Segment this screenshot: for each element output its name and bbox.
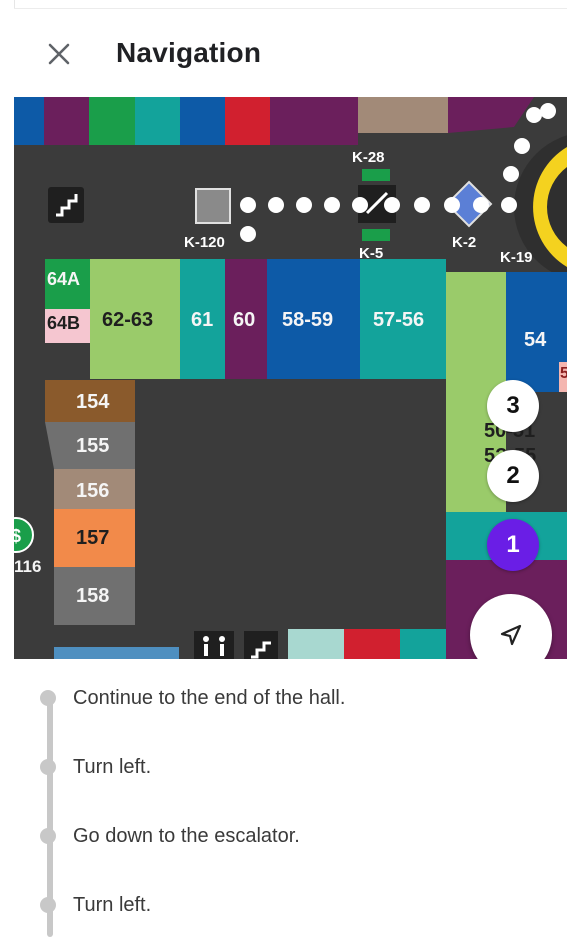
direction-text: Go down to the escalator. (73, 825, 300, 847)
header: Navigation (14, 9, 567, 97)
direction-step[interactable]: Go down to the escalator. (14, 817, 567, 857)
route-dot (268, 197, 284, 213)
left-edge (0, 0, 15, 929)
step-dot (40, 897, 56, 913)
store-62-63[interactable]: 62-63 (102, 309, 153, 332)
direction-step[interactable]: Turn left. (14, 748, 567, 788)
store-57-56[interactable]: 57-56 (373, 309, 424, 332)
locate-icon (500, 624, 522, 646)
route-dot (473, 197, 489, 213)
store-154[interactable]: 154 (76, 391, 109, 414)
store-155[interactable]: 155 (76, 435, 109, 458)
store-116[interactable]: 116 (14, 557, 41, 577)
kiosk-k-19[interactable]: K-19 (500, 249, 533, 266)
step-dot (40, 759, 56, 775)
route-dot (514, 138, 530, 154)
page-title: Navigation (116, 37, 262, 68)
kiosk-k-28[interactable]: K-28 (352, 149, 385, 166)
store-54[interactable]: 54 (524, 329, 546, 352)
store-158[interactable]: 158 (76, 585, 109, 608)
route-path (240, 103, 556, 242)
step-marker-3[interactable]: 3 (487, 380, 539, 432)
store-157[interactable]: 157 (76, 527, 109, 550)
route-dot (240, 197, 256, 213)
route-dot (296, 197, 312, 213)
route-dot (540, 103, 556, 119)
direction-text: Turn left. (73, 894, 152, 916)
mall-map[interactable]: $ 64A 64B 62-63 61 60 58-59 57-56 54 5 1… (14, 97, 567, 659)
store-64b[interactable]: 64B (47, 313, 80, 334)
kiosk-k-5[interactable]: K-5 (359, 245, 383, 262)
store-156[interactable]: 156 (76, 480, 109, 503)
store-64a[interactable]: 64A (47, 269, 80, 290)
directions-list: Continue to the end of the hall. Turn le… (14, 659, 567, 937)
route-dot (240, 226, 256, 242)
direction-step[interactable]: Continue to the end of the hall. (14, 679, 567, 719)
top-edge (14, 0, 567, 9)
direction-step[interactable]: Turn left. (14, 886, 567, 926)
store-60[interactable]: 60 (233, 309, 255, 332)
store-5[interactable]: 5 (560, 365, 567, 383)
route-dot (414, 197, 430, 213)
route-dot (324, 197, 340, 213)
route-dot (384, 197, 400, 213)
step-marker-1-active[interactable]: 1 (487, 519, 539, 571)
route-dot (444, 197, 460, 213)
step-dot (40, 690, 56, 706)
close-icon[interactable] (44, 39, 74, 69)
kiosk-k-120[interactable]: K-120 (184, 234, 225, 251)
route-dot (501, 197, 517, 213)
route-dot (503, 166, 519, 182)
store-61[interactable]: 61 (191, 309, 213, 332)
step-dot (40, 828, 56, 844)
route-dot (526, 107, 542, 123)
store-58-59[interactable]: 58-59 (282, 309, 333, 332)
route-dot (352, 197, 368, 213)
step-marker-2[interactable]: 2 (487, 450, 539, 502)
kiosk-k-2[interactable]: K-2 (452, 234, 476, 251)
direction-text: Continue to the end of the hall. (73, 687, 346, 709)
direction-text: Turn left. (73, 756, 152, 778)
